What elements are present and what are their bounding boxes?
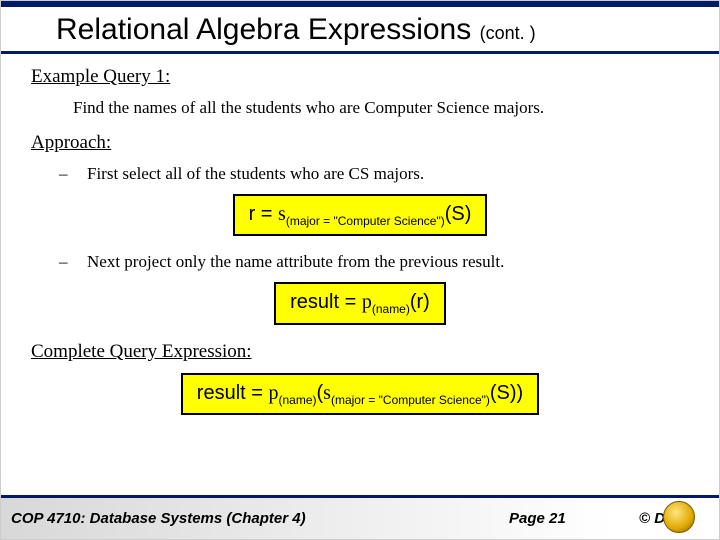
f1-sub: (major = "Computer Science") [286,214,445,228]
bullet-dash: – [59,252,87,272]
bullet-dash: – [59,164,87,184]
formula-2: result = p(name)(r) [274,282,446,324]
pi-symbol: p [268,382,278,404]
f2-sub: (name) [372,302,410,316]
f2-lhs: result = [290,291,362,313]
f1-arg: (S) [445,203,472,225]
pi-symbol: p [362,291,372,313]
example-heading: Example Query 1: [31,66,689,88]
step-1-text: First select all of the students who are… [87,164,689,184]
f3-sub2: (major = "Computer Science") [331,393,490,407]
slide-title: Relational Algebra Expressions [56,13,480,46]
formula-3: result = p(name)(s(major = "Computer Sci… [181,373,539,415]
footer: COP 4710: Database Systems (Chapter 4) P… [1,495,719,539]
footer-course: COP 4710: Database Systems (Chapter 4) [11,510,509,527]
query-prompt: Find the names of all the students who a… [73,98,689,118]
step-2: – Next project only the name attribute f… [59,252,689,272]
f1-lhs: r = [249,203,278,225]
f3-arg: (S)) [490,382,523,404]
complete-heading: Complete Query Expression: [31,341,689,363]
sigma-symbol: s [323,382,331,404]
footer-page: Page 21 [509,510,639,527]
f3-sub1: (name) [278,393,316,407]
slide-title-cont: (cont. ) [480,23,536,43]
approach-heading: Approach: [31,132,689,154]
step-2-text: Next project only the name attribute fro… [87,252,689,272]
sigma-symbol: s [278,203,286,225]
formula-2-wrap: result = p(name)(r) [31,282,689,324]
step-1: – First select all of the students who a… [59,164,689,184]
formula-1-wrap: r = s(major = "Computer Science")(S) [31,194,689,236]
slide: Relational Algebra Expressions (cont. ) … [0,0,720,540]
formula-1: r = s(major = "Computer Science")(S) [233,194,488,236]
f3-lhs: result = [197,382,269,404]
title-area: Relational Algebra Expressions (cont. ) [1,7,719,49]
formula-3-wrap: result = p(name)(s(major = "Computer Sci… [31,373,689,415]
ucf-logo-icon [663,501,695,533]
content-area: Example Query 1: Find the names of all t… [1,54,719,415]
f2-arg: (r) [410,291,430,313]
